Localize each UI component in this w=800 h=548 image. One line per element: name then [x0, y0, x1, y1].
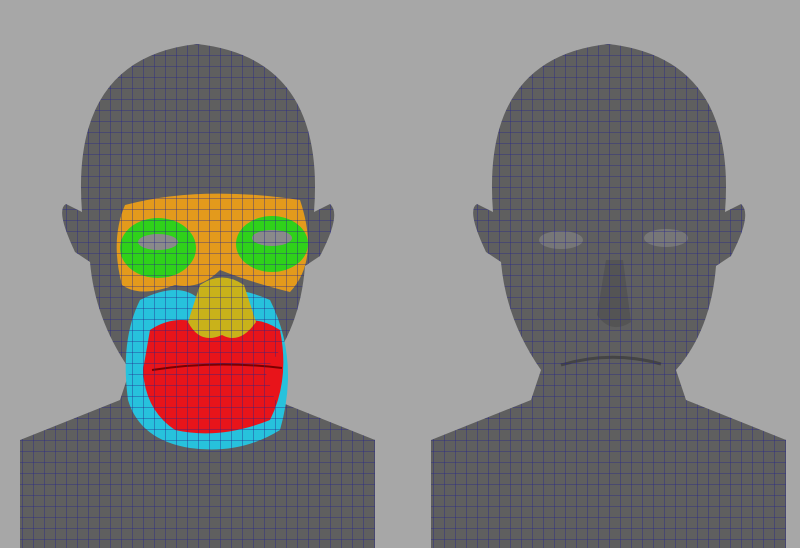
topology-illustration: [0, 0, 800, 548]
